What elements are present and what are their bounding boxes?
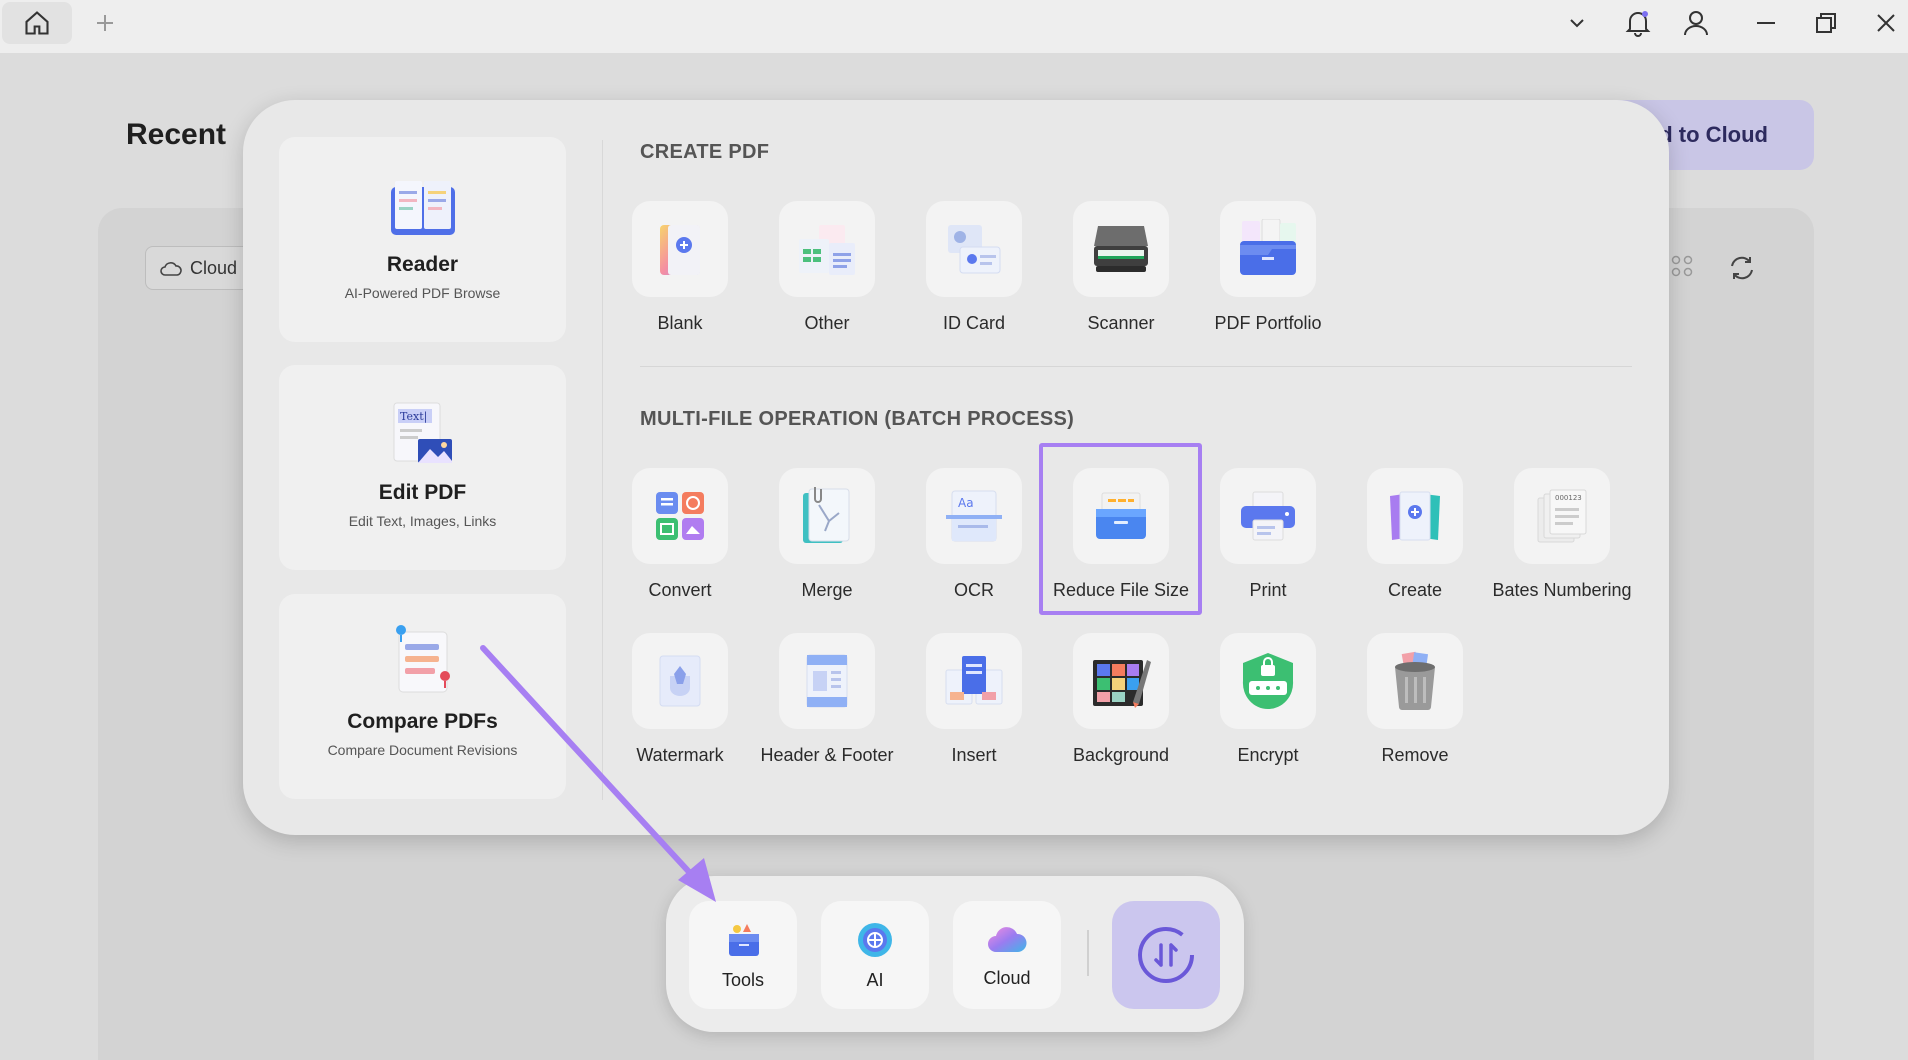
convert-icon [632,468,728,564]
batch-heading: MULTI-FILE OPERATION (BATCH PROCESS) [640,408,1075,430]
blank-icon [632,201,728,297]
compare-pdfs-title: Compare PDFs [347,710,498,733]
tool-scanner-label: Scanner [1087,313,1155,333]
grid-view-icon[interactable] [1670,254,1696,285]
new-tab-plus-icon[interactable] [90,0,120,45]
home-icon [25,11,49,35]
tool-pdf-portfolio[interactable]: PDF Portfolio [1194,201,1342,334]
tool-background-label: Background [1072,745,1170,765]
tool-convert[interactable]: Convert [606,468,754,601]
tool-background[interactable]: Background [1047,633,1195,766]
watermark-icon [632,633,728,729]
tool-remove[interactable]: Remove [1341,633,1489,766]
remove-trash-icon [1367,633,1463,729]
tool-print[interactable]: Print [1194,468,1342,601]
scanner-icon [1073,201,1169,297]
tool-other-label: Other [804,313,850,333]
bates-art-text: 000123 [1555,494,1582,502]
compare-pdfs-card[interactable]: Compare PDFs Compare Document Revisions [279,594,566,799]
dock-switch-button[interactable] [1112,901,1220,1009]
bates-numbering-icon: 000123 [1514,468,1610,564]
pdf-portfolio-icon [1220,201,1316,297]
cloud-icon [160,262,182,276]
edit-pdf-icon: Text| [390,395,456,467]
tool-scanner[interactable]: Scanner [1047,201,1195,334]
section-divider [640,366,1632,367]
tool-id-card[interactable]: ID Card [900,201,1048,334]
tool-merge[interactable]: Merge [753,468,901,601]
tool-pdf-portfolio-label: PDF Portfolio [1214,313,1322,333]
tools-icon [729,923,759,956]
tool-print-label: Print [1249,580,1287,600]
reduce-file-size-highlight [1039,443,1202,615]
user-icon[interactable] [1680,0,1712,45]
dock-separator [1087,930,1089,976]
encrypt-icon [1220,633,1316,729]
insert-icon [926,633,1022,729]
dock-ai-button[interactable]: AI [821,901,929,1009]
close-icon[interactable] [1872,0,1900,45]
background-icon [1073,633,1169,729]
create-pdf-heading: CREATE PDF [640,141,770,163]
tool-ocr-label: OCR [954,580,994,600]
tool-watermark[interactable]: Watermark [606,633,754,766]
home-tab[interactable] [2,2,72,44]
popup-divider-vertical [602,140,603,800]
recent-title: Recent [126,118,227,151]
tool-create-label: Create [1387,580,1443,600]
tool-watermark-label: Watermark [636,745,724,765]
edit-pdf-art-text: Text| [400,410,427,424]
tool-other[interactable]: Other [753,201,901,334]
ai-icon [858,922,892,957]
ocr-art-text: Aa [958,496,974,510]
tool-header-footer[interactable]: Header & Footer [753,633,901,766]
header-footer-icon [779,633,875,729]
cloud-app-icon [988,926,1027,952]
tool-id-card-label: ID Card [942,313,1005,333]
dock-tools-button[interactable]: Tools [689,901,797,1009]
dock-ai-label: AI [866,969,884,990]
restore-icon[interactable] [1812,0,1840,45]
chevron-down-icon[interactable] [1562,0,1592,45]
tool-encrypt[interactable]: Encrypt [1194,633,1342,766]
cloud-filter-chip[interactable]: Cloud [145,246,255,290]
tool-ocr[interactable]: Aa OCR [900,468,1048,601]
tool-convert-label: Convert [648,580,712,600]
tool-blank[interactable]: Blank [606,201,754,334]
tool-insert-label: Insert [951,745,997,765]
tool-create[interactable]: Create [1341,468,1489,601]
edit-pdf-title: Edit PDF [378,481,467,504]
reader-icon [387,167,459,239]
tool-encrypt-label: Encrypt [1237,745,1299,765]
title-bar [0,0,1908,53]
ocr-icon: Aa [926,468,1022,564]
dock-cloud-button[interactable]: Cloud [953,901,1061,1009]
reader-subtitle: AI-Powered PDF Browse [344,285,501,301]
create-icon [1367,468,1463,564]
refresh-icon[interactable] [1728,254,1756,287]
reader-card[interactable]: Reader AI-Powered PDF Browse [279,137,566,342]
switch-arrows-icon [1138,927,1194,983]
tool-merge-label: Merge [801,580,853,600]
merge-icon [779,468,875,564]
print-icon [1220,468,1316,564]
tool-bates-numbering[interactable]: 000123 Bates Numbering [1488,468,1636,601]
edit-pdf-card[interactable]: Text| Edit PDF Edit Text, Images, Links [279,365,566,570]
compare-pdfs-subtitle: Compare Document Revisions [327,742,518,758]
dock-cloud-label: Cloud [983,967,1031,988]
edit-pdf-subtitle: Edit Text, Images, Links [348,513,497,529]
minimize-icon[interactable] [1752,0,1780,45]
id-card-icon [926,201,1022,297]
bell-icon[interactable] [1622,0,1654,45]
tool-remove-label: Remove [1381,745,1449,765]
tool-insert[interactable]: Insert [900,633,1048,766]
tool-bates-numbering-label: Bates Numbering [1492,580,1632,600]
other-files-icon [779,201,875,297]
cloud-chip-label: Cloud [190,257,238,278]
tool-blank-label: Blank [657,313,703,333]
reader-title: Reader [386,253,459,276]
dock-tools-label: Tools [721,969,765,990]
compare-pdfs-icon [393,624,453,696]
tool-header-footer-label: Header & Footer [760,745,894,765]
